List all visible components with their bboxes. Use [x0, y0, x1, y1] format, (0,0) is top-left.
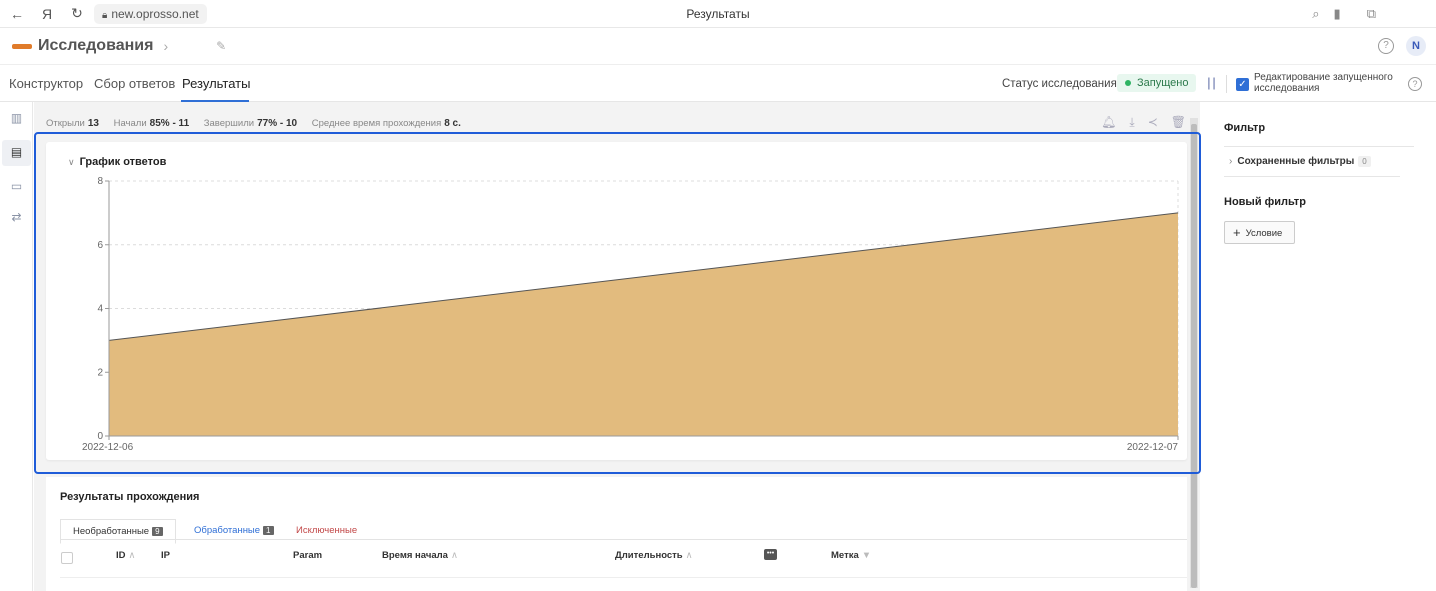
toolbar-icons: 🔔︎ ⤓ ≺ 🗑︎: [1101, 115, 1186, 130]
divider: [1224, 146, 1414, 147]
sort-icon[interactable]: ∧: [686, 550, 693, 561]
y-tick-label: 4: [97, 304, 103, 315]
tab-unprocessed-label: Необработанные: [73, 526, 150, 537]
tab-processed-count: 1: [263, 526, 274, 535]
tab-unprocessed[interactable]: Необработанные 9: [60, 519, 176, 544]
pencil-icon[interactable]: ✎: [216, 39, 226, 53]
tab-divider: [60, 539, 1187, 540]
chevron-right-icon: ›: [1229, 156, 1233, 167]
sort-icon[interactable]: ∧: [451, 550, 458, 561]
bar-chart-icon[interactable]: ▥: [9, 111, 24, 126]
page-title: Результаты: [686, 6, 750, 21]
document-icon[interactable]: ▤: [9, 145, 24, 160]
stat-finished-label: Завершили: [203, 118, 255, 129]
logo-icon[interactable]: [12, 43, 32, 49]
stat-finished-value: 77% - 10: [257, 118, 298, 129]
swap-arrows-icon[interactable]: ⇄: [9, 210, 24, 225]
edit-running-checkbox[interactable]: ✓: [1236, 78, 1249, 91]
stat-started-value: 85% - 11: [149, 118, 190, 129]
filter-title: Фильтр: [1224, 122, 1266, 134]
help-icon[interactable]: ?: [1408, 77, 1422, 91]
comment-icon[interactable]: •••: [764, 549, 777, 560]
col-tag-label: Метка: [831, 550, 859, 561]
tab-results[interactable]: Результаты: [182, 76, 250, 91]
col-duration[interactable]: Длительность ∧: [615, 550, 693, 561]
search-icon[interactable]: ⌕: [1312, 6, 1319, 22]
chevron-right-icon[interactable]: ›: [163, 38, 168, 54]
col-start-time-label: Время начала: [382, 550, 448, 561]
bookmark-icon[interactable]: ▮: [1334, 6, 1341, 22]
area-fill: [109, 212, 1178, 436]
avatar[interactable]: N: [1406, 36, 1426, 56]
yandex-icon[interactable]: Я: [36, 6, 58, 22]
stat-opened-value: 13: [87, 118, 99, 129]
tab-processed-label: Обработанные: [194, 525, 261, 536]
help-icon[interactable]: ?: [1378, 38, 1394, 54]
stat-started-label: Начали: [113, 118, 147, 129]
trash-icon[interactable]: 🗑︎: [1171, 115, 1186, 130]
tab-collect[interactable]: Сбор ответов: [94, 76, 175, 91]
plus-icon: +: [1233, 225, 1241, 240]
col-duration-label: Длительность: [615, 550, 683, 561]
y-tick-label: 6: [97, 240, 103, 251]
area-chart: 0 2 4 6 8 2022-12-06 2022-12-07: [82, 176, 1179, 453]
tabs-bar: Конструктор Сбор ответов Результаты Стат…: [0, 65, 1436, 102]
status-dot-icon: [1125, 80, 1131, 87]
header-divider: [60, 577, 1187, 578]
col-id-label: ID: [116, 550, 126, 561]
lock-icon: 🔒︎: [102, 9, 108, 21]
stat-opened-label: Открыли: [46, 118, 85, 129]
stats-row: Открыли 13 Начали 85% - 11 Завершили 77% - …: [46, 118, 473, 129]
main-content: Открыли 13 Начали 85% - 11 Завершили 77% - …: [34, 102, 1201, 591]
sort-icon[interactable]: ∧: [129, 550, 136, 561]
left-rail: ▥ ▤ ▭ ⇄: [0, 102, 33, 591]
pause-icon[interactable]: | |: [1207, 75, 1216, 90]
x-tick-label: 2022-12-06: [82, 442, 134, 453]
app-name[interactable]: Исследования: [38, 37, 153, 55]
edit-running-label: Редактирование запущенного исследования: [1254, 72, 1393, 94]
col-ip[interactable]: IP: [161, 550, 170, 561]
new-filter-title: Новый фильтр: [1224, 196, 1306, 208]
chart-card: ∨ График ответов 0 2 4 6 8 2022-12-06 2022-12-0…: [46, 142, 1187, 460]
divider: [1226, 75, 1227, 93]
bell-plus-icon[interactable]: 🔔︎: [1101, 115, 1116, 130]
col-start-time[interactable]: Время начала ∧: [382, 550, 458, 561]
stat-avgtime-label: Среднее время прохождения: [311, 118, 442, 129]
monitor-icon[interactable]: ▭: [9, 179, 24, 194]
saved-filters-count: 0: [1358, 156, 1371, 167]
tab-unprocessed-count: 9: [152, 527, 163, 536]
col-id[interactable]: ID ∧: [116, 550, 135, 561]
col-tag[interactable]: Метка ▼: [831, 550, 871, 561]
browser-toolbar: ← Я ↻ 🔒︎ new.oprosso.net Результаты ⌕ ▮ ⧉: [0, 0, 1436, 28]
add-condition-label: Условие: [1245, 228, 1283, 239]
results-title: Результаты прохождения: [60, 491, 200, 503]
saved-filters-label: Сохраненные фильтры: [1237, 156, 1355, 167]
reload-icon[interactable]: ↻: [66, 5, 88, 22]
col-param[interactable]: Param: [293, 550, 322, 561]
y-tick-label: 2: [97, 367, 103, 378]
status-value: Запущено: [1137, 77, 1189, 89]
divider: [1224, 176, 1400, 177]
extensions-icon[interactable]: ⧉: [1367, 6, 1376, 22]
share-icon[interactable]: ≺: [1148, 115, 1158, 130]
y-tick-label: 0: [97, 431, 103, 442]
filter-icon[interactable]: ▼: [862, 550, 871, 561]
saved-filters-toggle[interactable]: › Сохраненные фильтры 0: [1229, 156, 1371, 167]
results-section: Результаты прохождения Необработанные 9 О…: [46, 477, 1187, 591]
tab-constructor[interactable]: Конструктор: [9, 76, 83, 91]
status-badge[interactable]: Запущено: [1117, 74, 1197, 92]
select-all-checkbox[interactable]: [61, 552, 73, 564]
download-icon[interactable]: ⤓: [1129, 115, 1134, 130]
back-arrow-icon[interactable]: ←: [6, 6, 28, 22]
url-text: new.oprosso.net: [111, 6, 199, 21]
filter-panel: Фильтр › Сохраненные фильтры 0 Новый фильт…: [1209, 102, 1436, 591]
tab-excluded-label: Исключенные: [296, 525, 358, 536]
app-header: Исследования › ✎ ? N: [0, 28, 1436, 65]
stat-avgtime-value: 8 с.: [444, 118, 461, 129]
x-tick-label: 2022-12-07: [1127, 442, 1179, 453]
add-condition-button[interactable]: + Условие: [1224, 221, 1295, 244]
status-label: Статус исследования:: [1002, 78, 1121, 90]
address-bar[interactable]: 🔒︎ new.oprosso.net: [94, 3, 207, 24]
y-tick-label: 8: [97, 176, 103, 187]
